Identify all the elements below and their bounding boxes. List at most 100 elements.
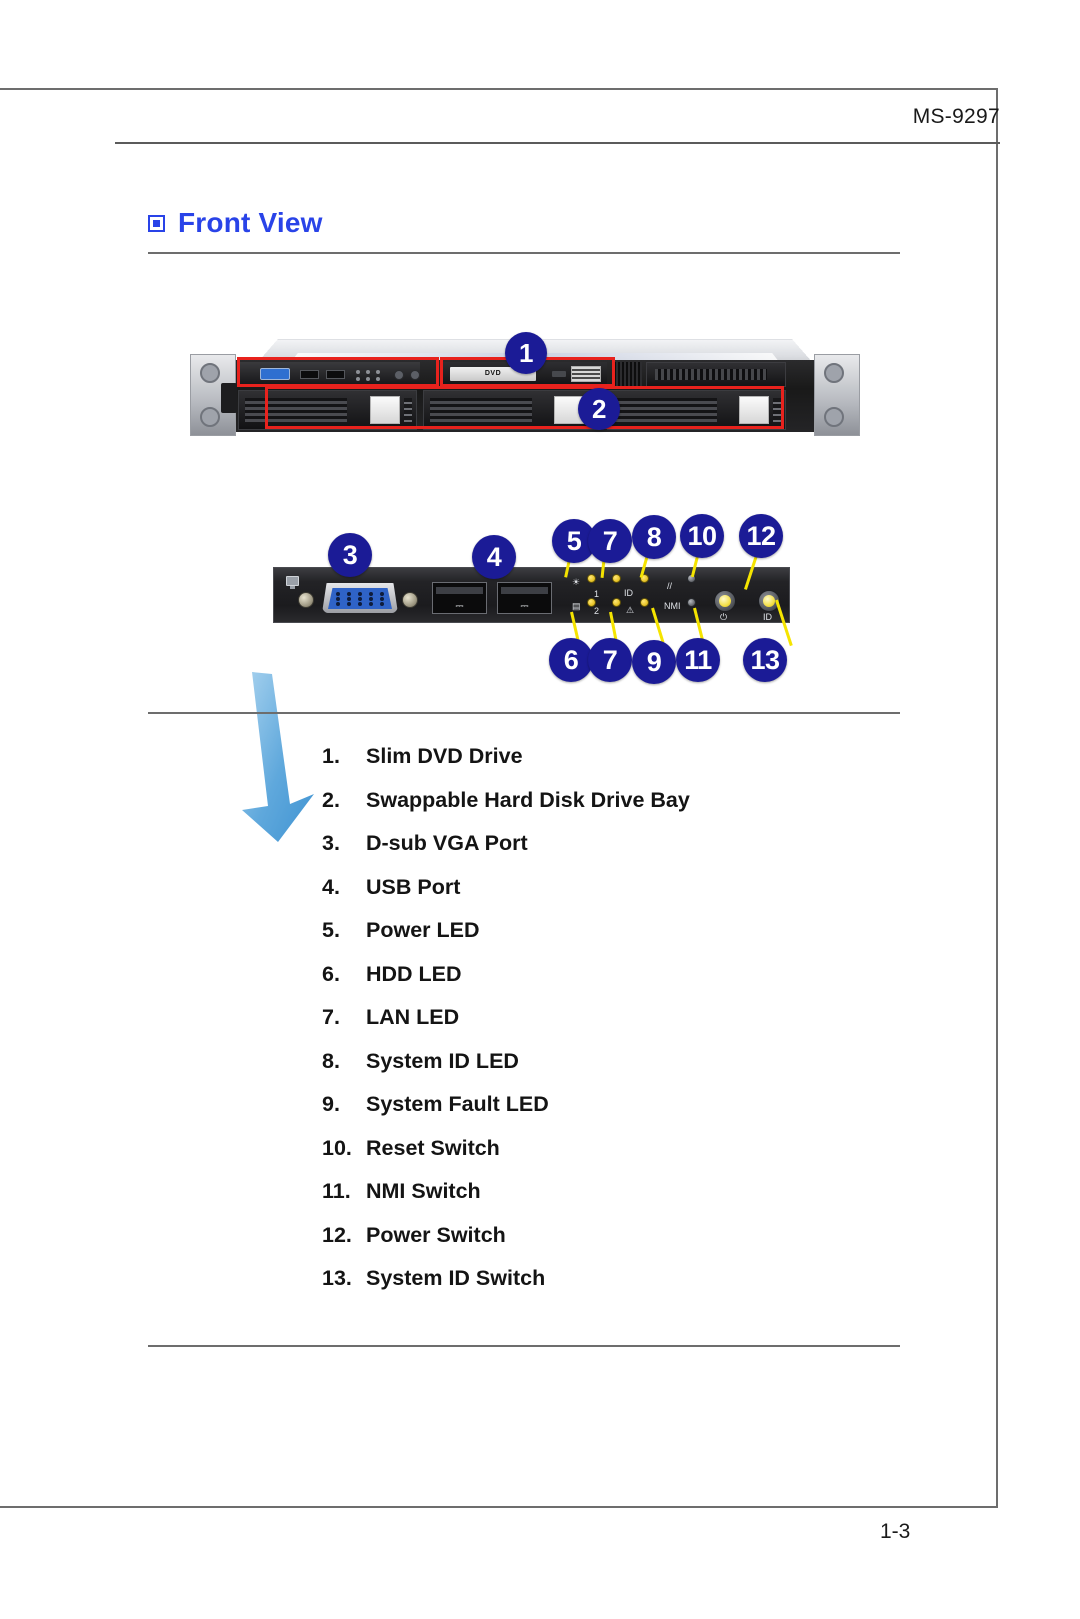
usb-trident-icon: ⎓ xyxy=(455,601,464,612)
rack-screw-hole xyxy=(200,363,220,383)
callout-1: 1 xyxy=(505,332,547,374)
list-item-label: System ID Switch xyxy=(366,1266,546,1290)
page-number: 1-3 xyxy=(880,1520,911,1543)
drive-icon: ▤ xyxy=(572,601,581,611)
lan1-led xyxy=(612,574,621,583)
hdd-grill xyxy=(614,398,717,422)
section-title: Front View xyxy=(148,207,323,239)
callout-12: 12 xyxy=(739,514,783,558)
list-divider-top xyxy=(148,712,900,714)
usb-port-pair[interactable]: ⎓ ⎓ xyxy=(432,582,552,614)
power-switch[interactable] xyxy=(714,590,736,612)
list-item: 7. LAN LED xyxy=(322,1005,882,1049)
hdd-led xyxy=(587,598,596,607)
list-item-label: Power LED xyxy=(366,918,480,942)
usb-port[interactable]: ⎓ xyxy=(497,582,552,614)
list-item: 4. USB Port xyxy=(322,875,882,919)
hdd-grill xyxy=(245,398,348,422)
hdd-bay[interactable] xyxy=(422,390,602,430)
id-switch-small[interactable] xyxy=(410,370,420,380)
led-dot xyxy=(376,370,380,374)
hdd-bay[interactable] xyxy=(607,390,787,430)
hdd-activity-leds xyxy=(773,398,782,422)
usb-port[interactable]: ⎓ xyxy=(432,582,487,614)
vga-screw-post xyxy=(402,592,418,608)
list-item-number: 10. xyxy=(322,1135,352,1160)
list-item-number: 7. xyxy=(322,1005,340,1029)
usb-contact-bar xyxy=(501,587,548,594)
chassis-vent xyxy=(612,362,642,387)
list-item: 6. HDD LED xyxy=(322,962,882,1006)
list-item-label: Slim DVD Drive xyxy=(366,744,523,768)
list-item: 8. System ID LED xyxy=(322,1049,882,1093)
list-item: 13. System ID Switch xyxy=(322,1266,882,1310)
power-led xyxy=(587,574,596,583)
rack-screw-hole xyxy=(824,363,844,383)
dvd-barcode-label xyxy=(571,366,601,382)
led-dot xyxy=(376,377,380,381)
vga-screw-post xyxy=(298,592,314,608)
list-item-label: D-sub VGA Port xyxy=(366,831,528,855)
callout-6: 6 xyxy=(549,638,593,682)
rack-ear-left xyxy=(190,354,237,436)
nmi-label: NMI xyxy=(664,601,681,611)
hdd-bay-row xyxy=(238,390,787,430)
list-item-label: Swappable Hard Disk Drive Bay xyxy=(366,787,690,812)
hdd-latch[interactable] xyxy=(739,396,770,424)
usb-contact-bar xyxy=(436,587,483,594)
callout-10: 10 xyxy=(680,514,724,558)
nmi-switch-led[interactable] xyxy=(687,598,696,607)
page-title: Front View xyxy=(178,207,323,238)
document-header-code: MS-9297 xyxy=(912,105,1000,128)
hdd-latch[interactable] xyxy=(369,396,400,424)
list-item-label: Reset Switch xyxy=(366,1135,500,1160)
lan2-led xyxy=(612,598,621,607)
front-view-figure: DVD xyxy=(0,300,998,842)
header-divider xyxy=(115,142,1000,144)
list-item-number: 2. xyxy=(322,787,340,812)
list-item-label: LAN LED xyxy=(366,1005,460,1029)
monitor-icon xyxy=(286,576,299,589)
warning-triangle-icon: ⚠ xyxy=(626,605,635,615)
list-item-label: Power Switch xyxy=(366,1222,506,1247)
list-item-number: 4. xyxy=(322,874,340,899)
power-switch-label: ⏻ xyxy=(720,612,728,622)
list-item: 1. Slim DVD Drive xyxy=(322,744,882,788)
front-io-strip xyxy=(238,362,420,387)
usb-port-small xyxy=(326,370,345,379)
lan2-label: 2 xyxy=(594,606,600,616)
usb-port-small xyxy=(300,370,319,379)
vga-port[interactable] xyxy=(322,583,398,613)
list-item-label: NMI Switch xyxy=(366,1179,481,1203)
rack-screw-hole xyxy=(824,407,844,427)
list-item: 11. NMI Switch xyxy=(322,1179,882,1223)
list-item-number: 1. xyxy=(322,744,340,768)
list-item: 10. Reset Switch xyxy=(322,1136,882,1180)
dvd-eject-button[interactable] xyxy=(552,371,566,377)
list-item: 9. System Fault LED xyxy=(322,1092,882,1136)
rack-ear-right xyxy=(814,354,860,436)
list-item-number: 11. xyxy=(322,1179,351,1203)
zoom-callout-arrow xyxy=(226,672,336,844)
hdd-grill xyxy=(429,398,533,422)
list-item-number: 8. xyxy=(322,1048,340,1073)
list-item: 3. D-sub VGA Port xyxy=(322,831,882,875)
usb-trident-icon: ⎓ xyxy=(520,601,529,612)
led-dot xyxy=(356,377,360,381)
list-item-label: System Fault LED xyxy=(366,1092,549,1116)
callout-11: 11 xyxy=(676,638,720,682)
led-dot xyxy=(366,377,370,381)
hdd-bay[interactable] xyxy=(238,390,417,430)
list-divider-bottom xyxy=(148,1345,900,1347)
lan1-label: 1 xyxy=(594,589,600,599)
rack-screw-hole xyxy=(200,407,220,427)
power-switch-small[interactable] xyxy=(394,370,404,380)
list-item-number: 13. xyxy=(322,1266,352,1290)
bulb-icon: ☀ xyxy=(572,577,581,587)
callout-2: 2 xyxy=(578,388,620,430)
callout-7-top: 7 xyxy=(588,519,632,563)
list-item: 2. Swappable Hard Disk Drive Bay xyxy=(322,788,882,832)
front-view-component-list: 1. Slim DVD Drive 2. Swappable Hard Disk… xyxy=(322,744,882,1310)
reset-label: // xyxy=(667,581,673,591)
id-led-label: ID xyxy=(624,588,633,598)
